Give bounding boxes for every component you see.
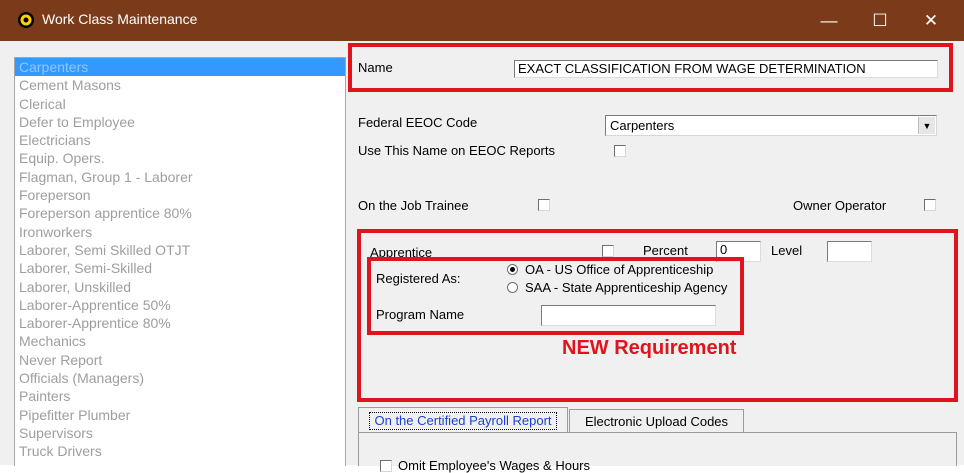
list-item[interactable]: Foreperson (15, 186, 345, 204)
list-item[interactable]: Laborer-Apprentice 50% (15, 296, 345, 314)
omit-wages-checkbox[interactable] (380, 460, 392, 472)
list-item[interactable]: Pipefitter Plumber (15, 406, 345, 424)
sun-app-icon (18, 12, 34, 28)
level-field[interactable] (827, 241, 872, 262)
tab-certified-payroll-label: On the Certified Payroll Report (369, 411, 557, 430)
list-item[interactable]: Clerical (15, 95, 345, 113)
apprentice-checkbox[interactable] (602, 245, 614, 257)
eeoc-code-dropdown[interactable]: Carpenters ▼ (605, 115, 937, 136)
list-item[interactable]: Laborer, Unskilled (15, 278, 345, 296)
eeoc-code-label: Federal EEOC Code (358, 115, 478, 130)
level-label: Level (771, 243, 803, 258)
list-item[interactable]: Electricians (15, 131, 345, 149)
maximize-button[interactable]: ☐ (857, 0, 903, 41)
title-bar[interactable]: Work Class Maintenance — ☐ ✕ (0, 0, 964, 41)
tab-electronic-upload-label: Electronic Upload Codes (584, 414, 729, 429)
list-item[interactable]: Equip. Opers. (15, 149, 345, 167)
work-class-list[interactable]: Carpenters Cement Masons Clerical Defer to … (14, 57, 346, 466)
tab-electronic-upload-codes[interactable]: Electronic Upload Codes (569, 409, 744, 433)
chevron-down-icon[interactable]: ▼ (918, 117, 935, 134)
saa-radio[interactable] (507, 282, 518, 293)
window-title: Work Class Maintenance (42, 11, 198, 27)
owner-operator-checkbox[interactable] (924, 199, 936, 211)
list-item[interactable]: Truck Drivers (15, 442, 345, 460)
list-item[interactable]: Defer to Employee (15, 113, 345, 131)
percent-label: Percent (643, 243, 688, 258)
list-item[interactable]: Laborer, Semi-Skilled (15, 259, 345, 277)
omit-wages-label: Omit Employee's Wages & Hours (398, 458, 591, 473)
new-requirement-annotation: NEW Requirement (562, 337, 737, 359)
eeoc-code-value: Carpenters (610, 118, 675, 133)
oa-radio-label[interactable]: OA - US Office of Apprenticeship (525, 262, 713, 277)
saa-radio-label[interactable]: SAA - State Apprenticeship Agency (525, 280, 727, 295)
list-item[interactable]: Ironworkers (15, 223, 345, 241)
ojt-checkbox[interactable] (538, 199, 550, 211)
program-name-label: Program Name (376, 307, 465, 322)
name-label: Name (358, 60, 393, 75)
ojt-label: On the Job Trainee (358, 198, 469, 213)
list-item[interactable]: Mechanics (15, 332, 345, 350)
window-client-area: Carpenters Cement Masons Clerical Defer to … (0, 41, 964, 473)
program-name-field[interactable] (541, 305, 716, 326)
list-item[interactable]: Foreperson apprentice 80% (15, 204, 345, 222)
list-item[interactable]: Laborer-Apprentice 80% (15, 314, 345, 332)
owner-operator-label: Owner Operator (793, 198, 887, 213)
list-item[interactable]: Carpenters (15, 58, 345, 77)
list-item[interactable]: Painters (15, 387, 345, 405)
list-item[interactable]: Never Report (15, 351, 345, 369)
list-item[interactable]: Supervisors (15, 424, 345, 442)
close-button[interactable]: ✕ (908, 0, 954, 41)
name-field[interactable]: EXACT CLASSIFICATION FROM WAGE DETERMINA… (514, 60, 938, 78)
minimize-button[interactable]: — (806, 0, 852, 41)
list-item[interactable]: Flagman, Group 1 - Laborer (15, 168, 345, 186)
use-name-checkbox[interactable] (614, 145, 626, 157)
use-name-label: Use This Name on EEOC Reports (358, 143, 555, 158)
list-item[interactable]: Cement Masons (15, 76, 345, 94)
list-item[interactable]: Laborer, Semi Skilled OTJT (15, 241, 345, 259)
oa-radio[interactable] (507, 264, 518, 275)
list-item[interactable]: Officials (Managers) (15, 369, 345, 387)
registered-as-label: Registered As: (376, 271, 461, 286)
tab-certified-payroll-report[interactable]: On the Certified Payroll Report (358, 407, 568, 433)
